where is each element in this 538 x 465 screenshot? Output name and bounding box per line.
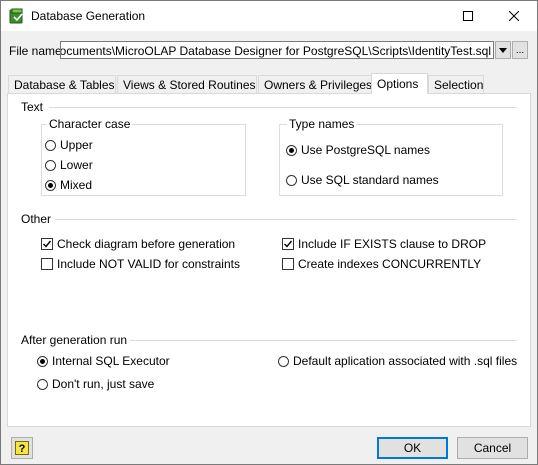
check-diagram-checkbox[interactable]: Check diagram before generation [41,236,235,252]
radio-label: Use SQL standard names [301,173,439,187]
other-section-divider [55,219,517,220]
help-button[interactable]: ? [11,437,33,459]
checkbox-box [41,258,53,270]
type-names-title: Type names [287,117,357,131]
checkbox-box-checked [282,238,294,250]
ok-button-label: OK [403,441,422,455]
radio-mixed[interactable]: Mixed [45,177,92,193]
tab-label: Owners & Privileges [264,78,373,92]
radio-upper[interactable]: Upper [45,137,93,153]
radio-label: Mixed [60,178,93,192]
radio-circle [37,378,48,390]
window-title: Database Generation [31,9,146,23]
tab-selection[interactable]: Selection [428,75,484,93]
tab-label: Options [377,77,419,91]
app-icon [9,8,25,24]
text-section-title: Text [21,100,44,114]
if-exists-checkbox[interactable]: Include IF EXISTS clause to DROP [282,236,486,252]
radio-label: Lower [60,158,93,172]
close-button[interactable] [491,1,537,31]
dialog-window: Database Generation File name el\Documen… [0,0,538,465]
tab-owners-privileges[interactable]: Owners & Privileges [258,75,372,93]
concurrently-checkbox[interactable]: Create indexes CONCURRENTLY [282,256,481,272]
checkbox-box-checked [41,238,53,250]
radio-lower[interactable]: Lower [45,157,93,173]
radio-sql-standard-names[interactable]: Use SQL standard names [286,172,439,188]
browse-button[interactable]: ... [512,41,528,59]
checkbox-box [282,258,294,270]
radio-dont-run[interactable]: Don't run, just save [37,376,154,392]
tab-views-routines[interactable]: Views & Stored Routines [117,75,257,93]
tab-options[interactable]: Options [371,73,428,94]
checkbox-label: Include IF EXISTS clause to DROP [298,237,487,251]
maximize-button[interactable] [445,1,491,31]
file-name-input[interactable]: el\Documents\MicroOLAP Database Designer… [60,41,494,59]
radio-label: Upper [60,138,93,152]
radio-label: Use PostgreSQL names [301,143,430,157]
checkmark-icon [284,240,293,248]
after-run-section-divider [130,340,517,341]
radio-circle [286,174,297,186]
checkbox-label: Create indexes CONCURRENTLY [298,257,482,271]
other-section-title: Other [21,212,52,226]
text-section-divider [49,107,517,108]
radio-circle [45,139,56,151]
radio-circle [45,159,56,171]
radio-default-application[interactable]: Default aplication associated with .sql … [278,353,517,369]
maximize-icon [463,11,473,21]
tab-label: Selection [434,78,484,92]
file-name-label: File name [9,44,62,58]
tab-database-tables[interactable]: Database & Tables [8,75,116,93]
svg-text:?: ? [19,443,26,455]
radio-circle-selected [45,179,56,191]
radio-circle-selected [286,144,297,156]
radio-circle [278,355,289,367]
file-name-value: el\Documents\MicroOLAP Database Designer… [60,44,491,58]
title-bar: Database Generation [1,1,537,31]
close-icon [509,11,519,21]
radio-label: Default aplication associated with .sql … [293,354,518,368]
radio-label: Internal SQL Executor [52,354,170,368]
checkbox-label: Include NOT VALID for constraints [57,257,240,271]
radio-label: Don't run, just save [52,377,155,391]
not-valid-checkbox[interactable]: Include NOT VALID for constraints [41,256,240,272]
question-mark-icon: ? [15,441,29,455]
tab-label: Views & Stored Routines [123,78,256,92]
radio-internal-executor[interactable]: Internal SQL Executor [37,353,170,369]
cancel-button-label: Cancel [473,441,512,455]
radio-circle-selected [37,355,48,367]
checkmark-icon [43,240,52,248]
radio-postgresql-names[interactable]: Use PostgreSQL names [286,142,430,158]
character-case-title: Character case [47,117,133,131]
cancel-button[interactable]: Cancel [457,437,528,459]
after-run-section-title: After generation run [21,333,128,347]
tab-label: Database & Tables [14,78,115,92]
checkbox-label: Check diagram before generation [57,237,236,251]
chevron-down-icon [499,47,507,53]
file-dropdown-button[interactable] [495,41,511,59]
browse-button-label: ... [515,44,525,56]
ok-button[interactable]: OK [377,437,448,459]
